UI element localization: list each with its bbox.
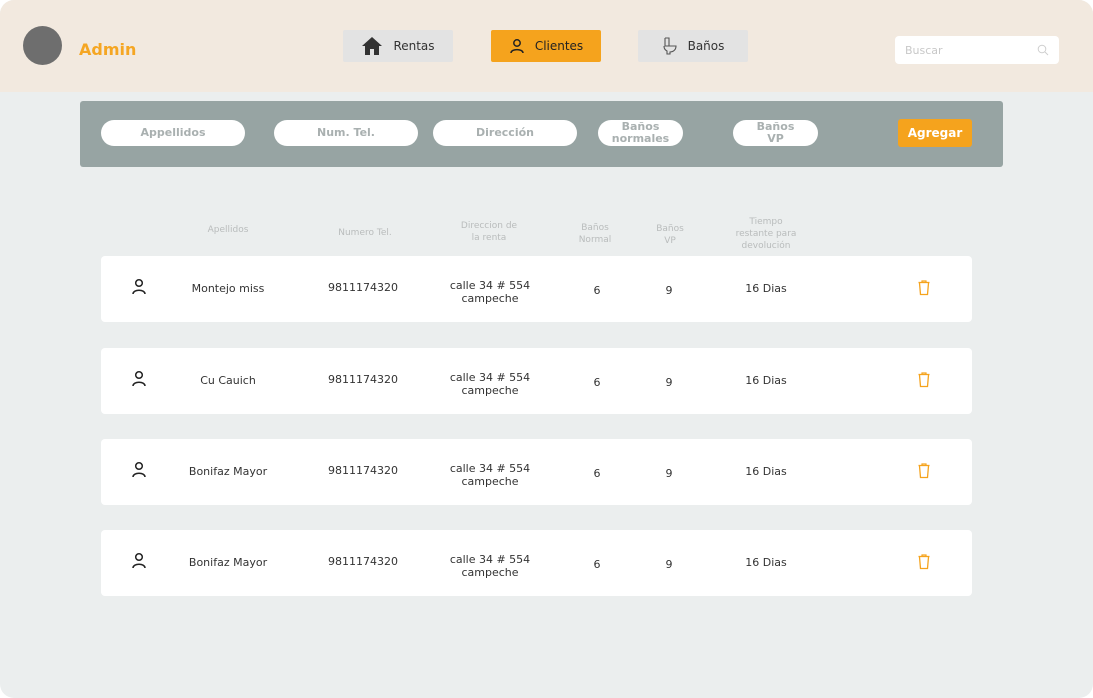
cell-direccion: calle 34 # 554 campeche bbox=[435, 462, 545, 488]
banos-vp-label-line2: VP bbox=[767, 132, 784, 145]
cell-direccion-line1: calle 34 # 554 bbox=[449, 553, 531, 566]
cell-apellidos: Bonifaz Mayor bbox=[188, 556, 268, 569]
cell-apellidos: Montejo miss bbox=[191, 282, 265, 295]
nav-rentas-label: Rentas bbox=[393, 39, 435, 53]
nav-banos-label: Baños bbox=[687, 39, 725, 53]
nav-clientes-label: Clientes bbox=[534, 39, 584, 53]
cell-direccion-line2: campeche bbox=[461, 292, 519, 305]
cell-direccion-line1: calle 34 # 554 bbox=[449, 462, 531, 475]
direccion-field[interactable]: Dirección bbox=[433, 120, 577, 146]
banos-normales-label-line2: normales bbox=[611, 132, 670, 145]
cell-banos-vp: 9 bbox=[665, 376, 673, 389]
cell-direccion: calle 34 # 554 campeche bbox=[435, 371, 545, 397]
col-header-banos-normal-line1: Baños bbox=[581, 223, 609, 233]
search-box bbox=[895, 36, 1059, 64]
app-frame: Admin Rentas Clientes Baños Buscar Appel… bbox=[0, 0, 1093, 698]
cell-direccion-line2: campeche bbox=[461, 384, 519, 397]
cell-tiempo: 16 Dias bbox=[745, 465, 787, 478]
num-tel-field[interactable]: Num. Tel. bbox=[274, 120, 418, 146]
nav-rentas-button[interactable]: Rentas bbox=[343, 30, 453, 62]
cell-telefono: 9811174320 bbox=[328, 464, 398, 477]
cell-direccion-line2: campeche bbox=[461, 475, 519, 488]
col-header-banos-normal: Baños Normal bbox=[570, 222, 620, 246]
cell-telefono: 9811174320 bbox=[328, 281, 398, 294]
cell-direccion: calle 34 # 554 campeche bbox=[435, 553, 545, 579]
col-header-numero-text: Numero Tel. bbox=[338, 228, 392, 238]
user-icon bbox=[131, 461, 147, 478]
table-row[interactable]: Montejo miss 9811174320 calle 34 # 554 c… bbox=[101, 256, 972, 322]
table-row[interactable]: Bonifaz Mayor 9811174320 calle 34 # 554 … bbox=[101, 530, 972, 596]
col-header-tiempo-line1: Tiempo bbox=[749, 217, 783, 227]
cell-tiempo: 16 Dias bbox=[745, 282, 787, 295]
user-icon bbox=[131, 552, 147, 569]
cell-telefono: 9811174320 bbox=[328, 555, 398, 568]
apellidos-field[interactable]: Appellidos bbox=[101, 120, 245, 146]
banos-normales-field[interactable]: Baños normales bbox=[598, 120, 683, 146]
cell-banos-vp: 9 bbox=[665, 558, 673, 571]
cell-direccion-line2: campeche bbox=[461, 566, 519, 579]
agregar-button[interactable]: Agregar bbox=[898, 119, 972, 147]
cell-banos-vp: 9 bbox=[665, 284, 673, 297]
cell-direccion-line1: calle 34 # 554 bbox=[449, 371, 531, 384]
trash-icon[interactable] bbox=[917, 554, 931, 570]
brand-title: Admin bbox=[79, 40, 137, 59]
search-input[interactable] bbox=[905, 43, 1031, 57]
user-icon bbox=[131, 370, 147, 387]
nav-clientes-button[interactable]: Clientes bbox=[491, 30, 601, 62]
col-header-apellidos-text: Apellidos bbox=[207, 225, 249, 235]
client-form-panel: Appellidos Num. Tel. Dirección Baños nor… bbox=[80, 101, 1003, 167]
user-icon bbox=[509, 38, 525, 54]
nav-banos-button[interactable]: Baños bbox=[638, 30, 748, 62]
cell-direccion: calle 34 # 554 campeche bbox=[435, 279, 545, 305]
house-icon bbox=[361, 36, 383, 56]
cell-banos-vp: 9 bbox=[665, 467, 673, 480]
col-header-banos-vp: Baños VP bbox=[645, 223, 695, 247]
table-row[interactable]: Bonifaz Mayor 9811174320 calle 34 # 554 … bbox=[101, 439, 972, 505]
cell-banos-normal: 6 bbox=[593, 376, 601, 389]
cell-telefono: 9811174320 bbox=[328, 373, 398, 386]
col-header-tiempo-line3: devolución bbox=[741, 241, 791, 251]
cell-tiempo: 16 Dias bbox=[745, 556, 787, 569]
col-header-banos-vp-line1: Baños bbox=[656, 224, 684, 234]
trash-icon[interactable] bbox=[917, 280, 931, 296]
banos-vp-field[interactable]: Baños VP bbox=[733, 120, 818, 146]
table-row[interactable]: Cu Cauich 9811174320 calle 34 # 554 camp… bbox=[101, 348, 972, 414]
cell-apellidos: Cu Cauich bbox=[200, 374, 256, 387]
cell-banos-normal: 6 bbox=[593, 467, 601, 480]
cell-banos-normal: 6 bbox=[593, 284, 601, 297]
cell-direccion-line1: calle 34 # 554 bbox=[449, 279, 531, 292]
col-header-banos-normal-line2: Normal bbox=[578, 235, 612, 245]
cell-tiempo: 16 Dias bbox=[745, 374, 787, 387]
col-header-tiempo: Tiempo restante para devolución bbox=[721, 216, 811, 252]
trash-icon[interactable] bbox=[917, 372, 931, 388]
col-header-direccion: Direccion de la renta bbox=[444, 220, 534, 244]
avatar[interactable] bbox=[23, 26, 62, 65]
col-header-apellidos: Apellidos bbox=[188, 224, 268, 236]
cell-banos-normal: 6 bbox=[593, 558, 601, 571]
search-icon[interactable] bbox=[1037, 44, 1049, 56]
col-header-tiempo-line2: restante para bbox=[735, 229, 797, 239]
toilet-icon bbox=[662, 37, 678, 55]
col-header-numero: Numero Tel. bbox=[325, 227, 405, 239]
top-header: Admin Rentas Clientes Baños bbox=[0, 0, 1093, 92]
user-icon bbox=[131, 278, 147, 295]
col-header-banos-vp-line2: VP bbox=[664, 236, 676, 246]
trash-icon[interactable] bbox=[917, 463, 931, 479]
cell-apellidos: Bonifaz Mayor bbox=[188, 465, 268, 478]
col-header-direccion-line1: Direccion de bbox=[460, 221, 518, 231]
col-header-direccion-line2: la renta bbox=[471, 233, 507, 243]
